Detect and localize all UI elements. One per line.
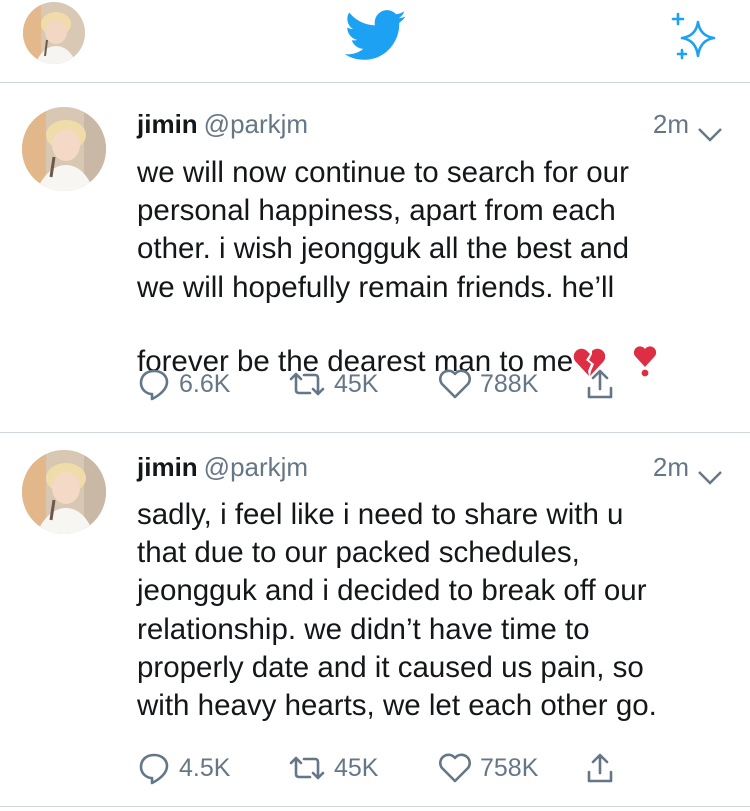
share-button[interactable] <box>585 364 623 404</box>
author-name[interactable]: jimin <box>137 452 198 482</box>
retweet-count: 45K <box>334 753 379 782</box>
retweet-button[interactable]: 45K <box>288 364 378 404</box>
twitter-bird-icon[interactable] <box>344 10 407 62</box>
retweet-icon <box>289 372 325 396</box>
like-count: 758K <box>480 753 539 782</box>
avatar[interactable] <box>22 107 106 191</box>
reply-icon <box>139 753 169 785</box>
profile-avatar[interactable] <box>23 2 85 64</box>
timestamp: 2m <box>652 109 689 139</box>
share-button[interactable] <box>585 748 623 788</box>
chevron-down-icon[interactable] <box>697 116 723 142</box>
tweet-actions: 6.6K 45K 788K <box>137 364 697 404</box>
tweet-actions: 4.5K 45K 758K <box>137 748 697 788</box>
share-icon <box>587 753 613 783</box>
share-icon <box>587 369 613 399</box>
like-button[interactable]: 758K <box>438 748 538 788</box>
top-bar <box>0 0 750 83</box>
tweet-header: jimin @parkjm 2m <box>137 106 727 142</box>
author-handle[interactable]: @parkjm <box>204 109 308 139</box>
reply-button[interactable]: 6.6K <box>137 364 230 404</box>
retweet-button[interactable]: 45K <box>288 748 378 788</box>
sparkle-icon[interactable] <box>666 12 722 68</box>
tweet-header: jimin @parkjm 2m <box>137 449 727 485</box>
tweet-text: sadly, i feel like i need to share with … <box>137 498 657 723</box>
like-button[interactable]: 788K <box>438 364 538 404</box>
retweet-count: 45K <box>334 369 379 398</box>
author-handle[interactable]: @parkjm <box>204 452 308 482</box>
avatar[interactable] <box>22 450 106 534</box>
chevron-down-icon[interactable] <box>697 459 723 485</box>
author-name[interactable]: jimin <box>137 109 198 139</box>
heart-icon <box>439 753 471 783</box>
reply-button[interactable]: 4.5K <box>137 748 230 788</box>
tweet-text: we will now continue to search for our p… <box>137 154 737 387</box>
reply-icon <box>139 369 169 401</box>
retweet-icon <box>289 756 325 780</box>
divider <box>0 432 750 433</box>
like-count: 788K <box>480 369 539 398</box>
reply-count: 6.6K <box>179 369 231 398</box>
timestamp: 2m <box>652 452 689 482</box>
heart-icon <box>439 369 471 399</box>
reply-count: 4.5K <box>179 753 231 782</box>
divider <box>0 806 750 807</box>
